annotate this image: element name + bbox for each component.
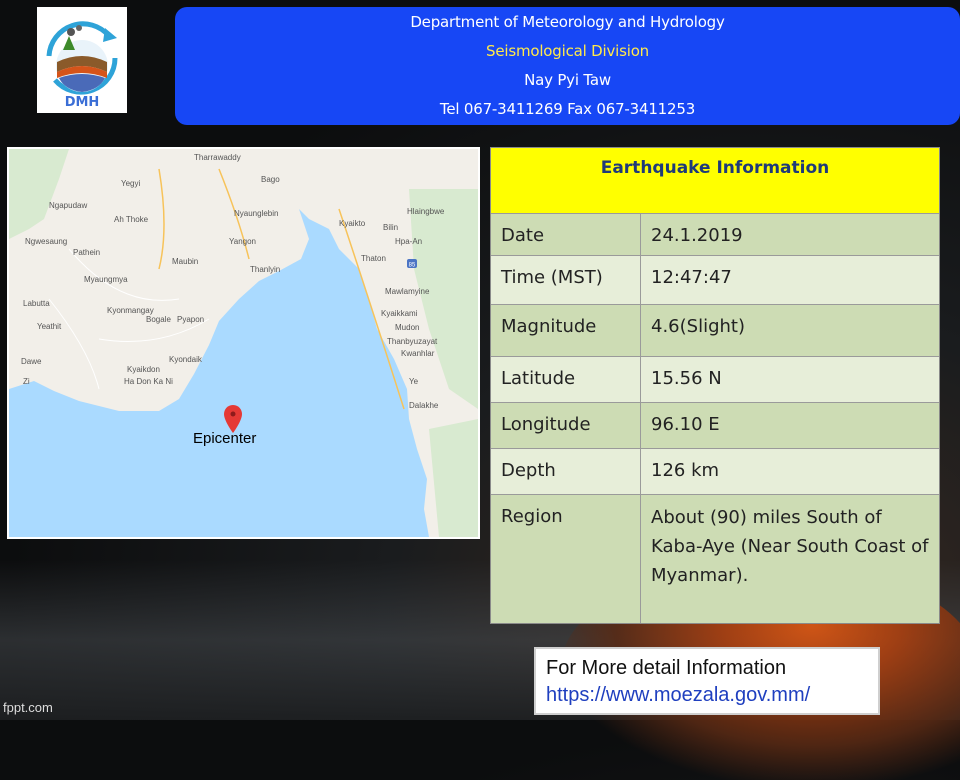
map-place: Thanbyuzayat bbox=[387, 337, 438, 346]
map-place: Mawlamyine bbox=[385, 287, 430, 296]
epicenter-label: Epicenter bbox=[193, 430, 257, 447]
map-place: Zi bbox=[23, 377, 30, 386]
row-key: Date bbox=[491, 214, 641, 255]
epicenter-map: 85 Tharrawaddy Bago Yegyi Nyaunglebin Ng… bbox=[7, 147, 480, 539]
table-row: Region About (90) miles South of Kaba-Ay… bbox=[491, 495, 939, 623]
map-place: Tharrawaddy bbox=[194, 153, 241, 162]
row-value: About (90) miles South of Kaba-Aye (Near… bbox=[651, 507, 929, 586]
division-name: Seismological Division bbox=[486, 42, 649, 60]
map-place: Hpa-An bbox=[395, 237, 423, 246]
more-info-box: For More detail Information https://www.… bbox=[534, 647, 880, 715]
dmh-logo: DMH bbox=[37, 7, 127, 113]
row-value: 24.1.2019 bbox=[651, 225, 743, 246]
map-place: Kyondaik bbox=[169, 355, 202, 364]
map-place: Yeathit bbox=[37, 322, 62, 331]
map-place: Kyaikkami bbox=[381, 309, 418, 318]
map-place: Ngapudaw bbox=[49, 201, 88, 210]
map-place: Labutta bbox=[23, 299, 50, 308]
table-row: Depth 126 km bbox=[491, 449, 939, 495]
more-info-label: For More detail Information bbox=[546, 657, 787, 679]
map-place: Yegyi bbox=[121, 179, 141, 188]
row-value: 4.6(Slight) bbox=[651, 316, 745, 337]
map-place: Dalakhe bbox=[409, 401, 439, 410]
row-key: Latitude bbox=[491, 357, 641, 402]
map-place: Ha Don Ka Ni bbox=[124, 377, 173, 386]
city-name: Nay Pyi Taw bbox=[524, 71, 611, 89]
map-place: Thaton bbox=[361, 254, 386, 263]
map-place: Nyaunglebin bbox=[234, 209, 279, 218]
table-row: Latitude 15.56 N bbox=[491, 357, 939, 403]
map-place: Ye bbox=[409, 377, 419, 386]
svg-text:85: 85 bbox=[409, 263, 416, 269]
row-key: Magnitude bbox=[491, 305, 641, 356]
earthquake-info-table: Earthquake Information Date 24.1.2019 Ti… bbox=[490, 147, 940, 624]
map-place: Bogale bbox=[146, 315, 171, 324]
department-name: Department of Meteorology and Hydrology bbox=[410, 13, 725, 31]
template-brand: fppt.com bbox=[3, 700, 53, 715]
row-value: 12:47:47 bbox=[651, 267, 732, 288]
website-link[interactable]: https://www.moezala.gov.mm/ bbox=[546, 682, 868, 709]
row-key: Longitude bbox=[491, 403, 641, 448]
row-key: Region bbox=[491, 495, 641, 623]
map-place: Pyapon bbox=[177, 315, 205, 324]
row-value: 126 km bbox=[651, 460, 720, 481]
row-value: 15.56 N bbox=[651, 368, 722, 389]
map-place: Dawe bbox=[21, 357, 42, 366]
contact-line: Tel 067-3411269 Fax 067-3411253 bbox=[439, 100, 696, 118]
map-place: Hlaingbwe bbox=[407, 207, 445, 216]
map-place: Kwanhlar bbox=[401, 349, 435, 358]
map-place: Bilin bbox=[383, 223, 399, 232]
svg-text:DMH: DMH bbox=[65, 95, 100, 110]
map-place: Kyaikto bbox=[339, 219, 366, 228]
map-place: Pathein bbox=[73, 248, 101, 257]
map-place: Bago bbox=[261, 175, 280, 184]
table-row: Longitude 96.10 E bbox=[491, 403, 939, 449]
row-value: 96.10 E bbox=[651, 414, 720, 435]
map-place: Myaungmya bbox=[84, 275, 128, 284]
map-place: Thanlyin bbox=[250, 265, 281, 274]
table-row: Time (MST) 12:47:47 bbox=[491, 256, 939, 305]
map-place: Kyonmangay bbox=[107, 306, 154, 315]
row-key: Time (MST) bbox=[491, 256, 641, 304]
table-row: Date 24.1.2019 bbox=[491, 214, 939, 256]
dmh-emblem-icon: DMH bbox=[46, 21, 118, 110]
map-place: Kyaikdon bbox=[127, 365, 160, 374]
map-place: Yangon bbox=[229, 237, 256, 246]
table-row: Magnitude 4.6(Slight) bbox=[491, 305, 939, 357]
map-place: Maubin bbox=[172, 257, 199, 266]
row-key: Depth bbox=[491, 449, 641, 494]
map-place: Mudon bbox=[395, 323, 420, 332]
info-title: Earthquake Information bbox=[491, 148, 939, 214]
map-place: Ngwesaung bbox=[25, 237, 68, 246]
map-place: Ah Thoke bbox=[114, 215, 149, 224]
header-banner: Department of Meteorology and Hydrology … bbox=[175, 7, 960, 125]
